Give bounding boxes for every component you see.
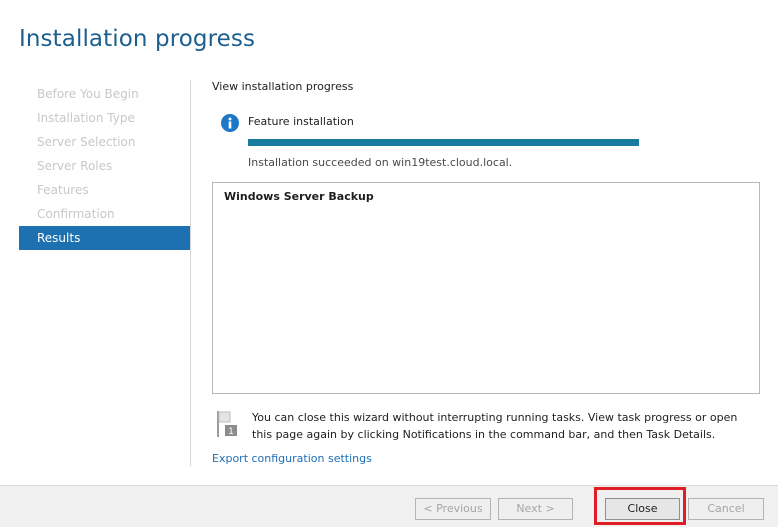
- close-button[interactable]: Close: [605, 498, 680, 520]
- export-configuration-link[interactable]: Export configuration settings: [212, 452, 372, 465]
- installation-status-text: Installation succeeded on win19test.clou…: [248, 156, 513, 169]
- wizard-footer: < Previous Next > Close Cancel: [0, 485, 778, 527]
- svg-text:1: 1: [228, 427, 234, 437]
- feature-installation-label: Feature installation: [248, 115, 354, 128]
- info-icon: [221, 114, 239, 132]
- wizard-nav: Before You Begin Installation Type Serve…: [19, 82, 190, 250]
- nav-item-results[interactable]: Results: [19, 226, 190, 250]
- cancel-button[interactable]: Cancel: [688, 498, 764, 520]
- results-list[interactable]: Windows Server Backup: [212, 182, 760, 394]
- nav-item-installation-type[interactable]: Installation Type: [19, 106, 190, 130]
- section-title: View installation progress: [212, 80, 354, 93]
- flag-icon: 1: [216, 411, 238, 437]
- results-item: Windows Server Backup: [224, 190, 374, 203]
- nav-item-server-roles[interactable]: Server Roles: [19, 154, 190, 178]
- next-button[interactable]: Next >: [498, 498, 573, 520]
- nav-divider: [190, 80, 191, 466]
- nav-item-before-you-begin[interactable]: Before You Begin: [19, 82, 190, 106]
- installation-progress-bar: [248, 139, 639, 146]
- page-title: Installation progress: [19, 26, 256, 52]
- nav-item-server-selection[interactable]: Server Selection: [19, 130, 190, 154]
- previous-button[interactable]: < Previous: [415, 498, 491, 520]
- notice-text: You can close this wizard without interr…: [252, 411, 738, 441]
- nav-item-confirmation[interactable]: Confirmation: [19, 202, 190, 226]
- nav-item-features[interactable]: Features: [19, 178, 190, 202]
- progress-fill: [248, 139, 639, 146]
